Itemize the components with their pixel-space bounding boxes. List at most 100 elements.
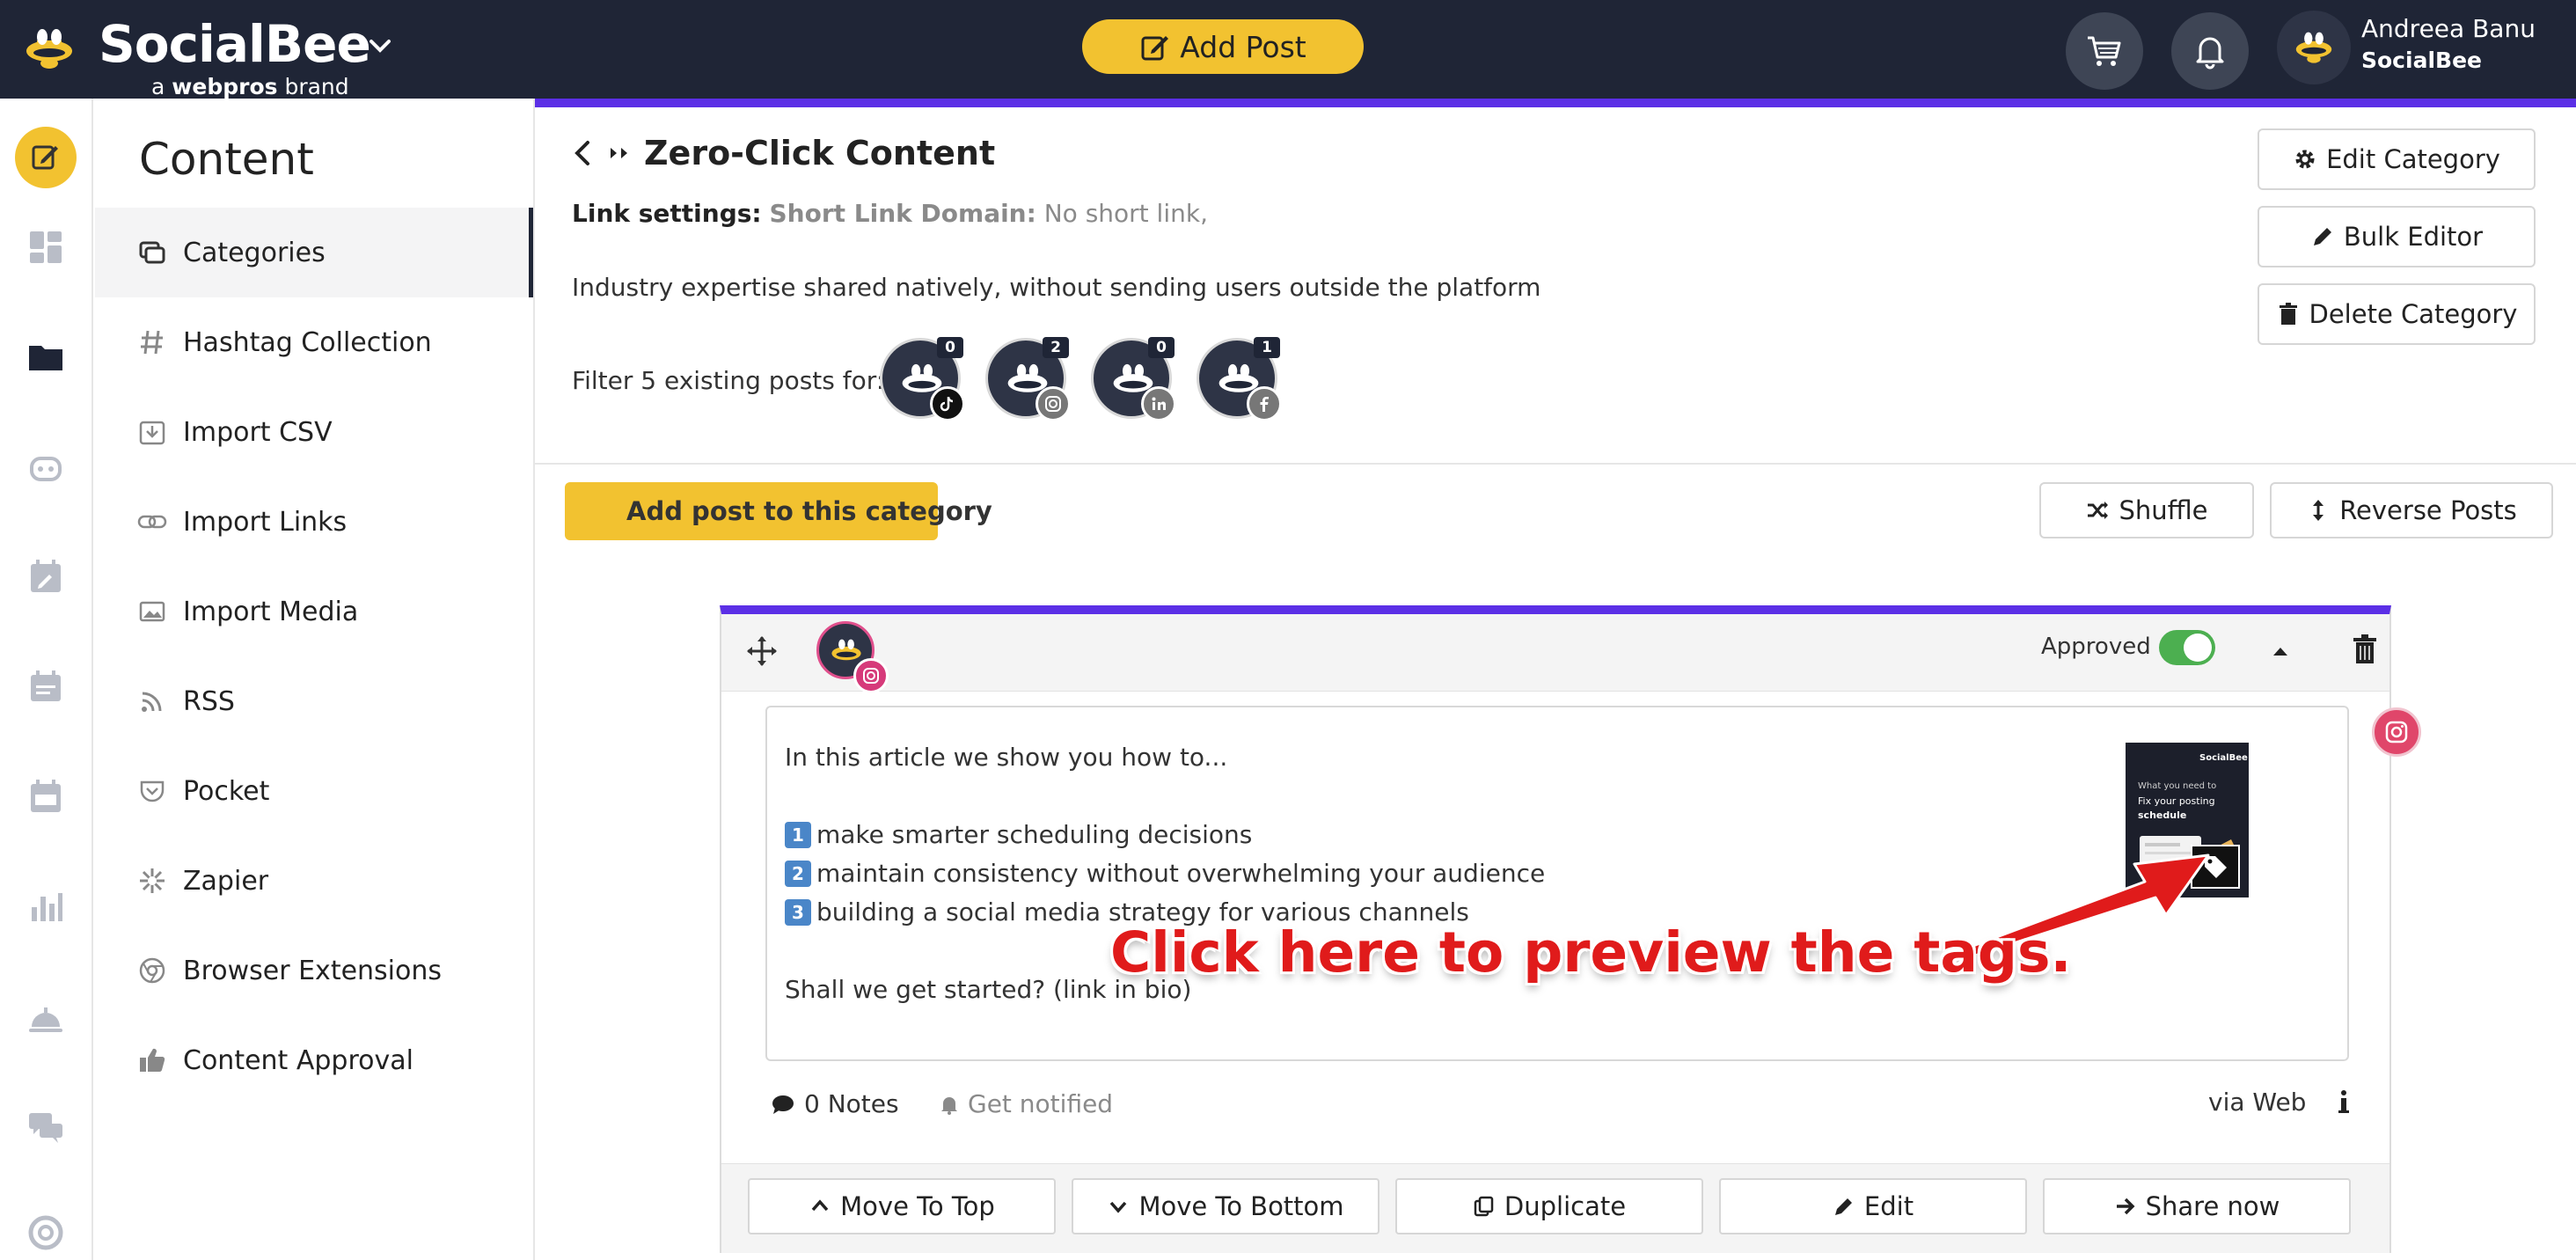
arrow-right-icon	[2116, 1198, 2135, 1215]
sidebar-item-browser-extensions[interactable]: Browser Extensions	[95, 926, 533, 1015]
post-line-item-2: 2 maintain consistency without overwhelm…	[785, 859, 1545, 888]
edit-category-label: Edit Category	[2326, 144, 2500, 174]
instagram-preview-button[interactable]	[2372, 707, 2421, 757]
filter-profile-instagram[interactable]: 2	[985, 337, 1071, 421]
tiktok-badge	[930, 386, 965, 421]
short-link-label: Short Link Domain:	[769, 199, 1036, 228]
post-line-intro: In this article we show you how to...	[785, 743, 1228, 772]
rail-chat[interactable]	[15, 1096, 77, 1158]
comment-icon	[772, 1095, 794, 1114]
share-now-button[interactable]: Share now	[2043, 1178, 2351, 1234]
info-icon[interactable]	[2328, 1086, 2360, 1117]
rail-dashboard[interactable]	[15, 216, 77, 278]
brand-sub-name: webpros	[172, 74, 278, 99]
sidebar-item-zapier[interactable]: Zapier	[95, 836, 533, 926]
reverse-posts-label: Reverse Posts	[2339, 495, 2517, 525]
back-icon[interactable]	[570, 137, 596, 169]
thumbnail-line-3: schedule	[2138, 809, 2187, 821]
trash-icon	[2279, 303, 2297, 325]
filter-profile-tiktok[interactable]: 0	[880, 337, 965, 421]
move-to-top-button[interactable]: Move To Top	[748, 1178, 1056, 1234]
sidebar-item-hashtag-collection[interactable]: Hashtag Collection	[95, 297, 533, 387]
post-line-text: maintain consistency without overwhelmin…	[816, 859, 1546, 888]
list-icon	[31, 670, 61, 701]
reverse-posts-button[interactable]: Reverse Posts	[2270, 482, 2553, 538]
rail-concierge[interactable]	[15, 987, 77, 1049]
content-sidebar: Content Categories Hashtag Collection Im…	[95, 99, 535, 1260]
notifications-button[interactable]	[2171, 12, 2249, 90]
move-to-top-label: Move To Top	[840, 1191, 995, 1221]
rail-help[interactable]	[15, 1202, 77, 1260]
chevron-down-icon[interactable]	[362, 28, 398, 63]
double-caret-icon	[611, 148, 627, 158]
post-actions-bar: Move To Top Move To Bottom Duplicate Edi…	[721, 1163, 2389, 1253]
linkedin-badge	[1141, 386, 1176, 421]
move-to-bottom-button[interactable]: Move To Bottom	[1072, 1178, 1379, 1234]
add-post-button[interactable]: Add Post	[1082, 19, 1364, 74]
tiktok-icon	[940, 396, 954, 412]
post-count-badge: 0	[937, 337, 963, 358]
categories-icon	[139, 241, 165, 264]
sidebar-title: Content	[139, 134, 314, 185]
socialbee-logo[interactable]: SocialBee a webpros brand	[18, 12, 405, 99]
help-icon	[28, 1215, 63, 1250]
cart-button[interactable]	[2066, 12, 2143, 90]
annotation-text: Click here to preview the tags.	[1110, 920, 2072, 985]
filter-profile-linkedin[interactable]: 0	[1091, 337, 1176, 421]
pocket-icon	[140, 780, 165, 802]
trash-icon[interactable]	[2347, 632, 2382, 667]
shuffle-button[interactable]: Shuffle	[2039, 482, 2254, 538]
category-description: Industry expertise shared natively, with…	[572, 273, 1541, 302]
short-link-value: No short link,	[1043, 199, 1208, 228]
edit-icon	[32, 145, 58, 170]
accent-stripe	[535, 99, 2576, 107]
chart-icon	[32, 893, 62, 921]
rail-calendar[interactable]	[15, 766, 77, 827]
edit-category-button[interactable]: Edit Category	[2258, 128, 2536, 190]
sidebar-item-rss[interactable]: RSS	[95, 656, 533, 746]
sidebar-item-import-links[interactable]: Import Links	[95, 477, 533, 567]
edit-post-button[interactable]: Edit	[1719, 1178, 2027, 1234]
sidebar-item-label: Hashtag Collection	[183, 326, 432, 358]
move-handle-icon[interactable]	[744, 634, 779, 669]
vertical-arrows-icon	[2313, 500, 2324, 521]
add-post-to-category-button[interactable]: Add post to this category	[565, 482, 992, 540]
sidebar-item-import-media[interactable]: Import Media	[95, 567, 533, 656]
number-2-emoji: 2	[785, 860, 811, 887]
main-panel: Zero-Click Content Link settings: Short …	[535, 107, 2576, 1260]
rail-automation[interactable]	[15, 436, 77, 498]
sidebar-item-import-csv[interactable]: Import CSV	[95, 387, 533, 477]
cart-icon	[2088, 36, 2121, 66]
rail-content[interactable]	[15, 127, 77, 188]
chrome-icon	[139, 957, 165, 984]
thumbnail-line-1: What you need to	[2138, 781, 2217, 791]
bulk-editor-button[interactable]: Bulk Editor	[2258, 206, 2536, 267]
import-csv-icon	[139, 421, 165, 445]
user-avatar[interactable]	[2277, 11, 2351, 84]
delete-category-button[interactable]: Delete Category	[2258, 283, 2536, 345]
link-settings: Link settings: Short Link Domain: No sho…	[572, 199, 1208, 228]
sidebar-item-categories[interactable]: Categories	[95, 208, 533, 297]
sidebar-item-label: Categories	[183, 237, 326, 268]
get-notified-button[interactable]: Get notified	[938, 1089, 1113, 1118]
post-line-text: make smarter scheduling decisions	[816, 820, 1253, 849]
user-organization: SocialBee	[2361, 48, 2482, 73]
number-1-emoji: 1	[785, 821, 811, 848]
user-name[interactable]: Andreea Banu	[2361, 14, 2536, 43]
sidebar-item-label: Browser Extensions	[183, 955, 443, 986]
rail-list[interactable]	[15, 656, 77, 718]
sidebar-item-pocket[interactable]: Pocket	[95, 746, 533, 836]
collapse-caret-icon[interactable]	[2263, 634, 2298, 669]
approved-toggle[interactable]	[2159, 630, 2215, 665]
duplicate-button[interactable]: Duplicate	[1395, 1178, 1703, 1234]
robot-icon	[30, 457, 62, 481]
notes-label: 0 Notes	[804, 1089, 899, 1118]
rail-schedule[interactable]	[15, 546, 77, 607]
rail-folder[interactable]	[15, 326, 77, 387]
rail-analytics[interactable]	[15, 876, 77, 938]
facebook-badge	[1247, 386, 1282, 421]
pencil-icon	[2313, 228, 2331, 245]
filter-profile-facebook[interactable]: 1	[1197, 337, 1282, 421]
sidebar-item-content-approval[interactable]: Content Approval	[95, 1015, 533, 1105]
notes-button[interactable]: 0 Notes	[771, 1089, 899, 1118]
